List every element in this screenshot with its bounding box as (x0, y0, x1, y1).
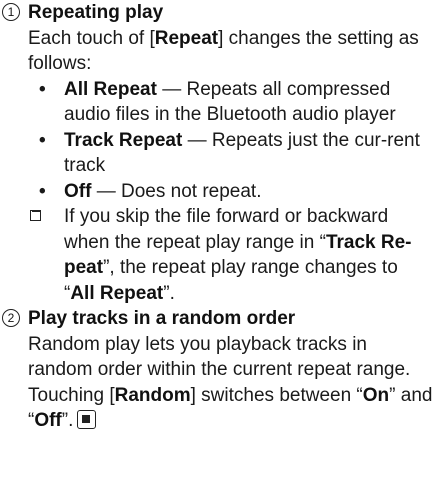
option-description: Does not repeat. (121, 180, 262, 202)
toggle-text-pre: Touching [ (28, 384, 115, 406)
toggle-text-post: ”. (61, 410, 74, 431)
off-value: Off (34, 410, 62, 431)
section-heading: 2 Play tracks in a random order (0, 306, 439, 332)
intro-paragraph: Each touch of [Repeat] changes the setti… (0, 26, 439, 77)
option-dash: — (156, 78, 187, 100)
random-key-label: Random (114, 384, 191, 406)
list-item: • All Repeat — Repeats all compressed au… (36, 77, 439, 128)
option-term: Off (64, 180, 92, 202)
option-dash: — (182, 129, 212, 151)
heading-text: Play tracks in a random order (28, 308, 296, 329)
random-description: Random play lets you playback tracks in … (28, 333, 411, 381)
repeat-options-list: • All Repeat — Repeats all compressed au… (0, 77, 439, 205)
circled-number-1: 1 (2, 3, 20, 21)
bullet-icon: • (39, 129, 46, 151)
end-of-section-icon (77, 410, 97, 429)
option-dash: — (91, 180, 121, 202)
circled-number-2: 2 (2, 309, 20, 327)
section-heading: 1 Repeating play (0, 0, 439, 26)
note-paragraph: If you skip the file forward or backward… (0, 204, 439, 306)
bullet-icon: • (39, 78, 46, 100)
section-repeating-play: 1 Repeating play Each touch of [Repeat] … (0, 0, 439, 306)
note-checkbox-icon (30, 210, 41, 221)
section-random-play: 2 Play tracks in a random order Random p… (0, 306, 439, 434)
option-term: Track Repeat (64, 129, 183, 151)
list-item: • Track Repeat — Repeats just the cur-re… (36, 128, 439, 179)
heading-text: Repeating play (28, 2, 164, 23)
toggle-text-mid1: ] switches between “ (190, 384, 363, 406)
repeat-key-label: Repeat (154, 27, 219, 49)
on-value: On (362, 384, 390, 406)
bullet-icon: • (39, 180, 46, 202)
intro-text-pre: Each touch of [ (28, 27, 155, 49)
note-text-post: ”. (163, 282, 175, 304)
option-term: All Repeat (64, 78, 157, 100)
manual-page: 1 Repeating play Each touch of [Repeat] … (0, 0, 439, 434)
list-item: • Off — Does not repeat. (36, 179, 439, 205)
random-toggle-paragraph: Touching [Random] switches between “On” … (0, 383, 439, 434)
note-term-all-repeat: All Repeat (70, 282, 164, 304)
